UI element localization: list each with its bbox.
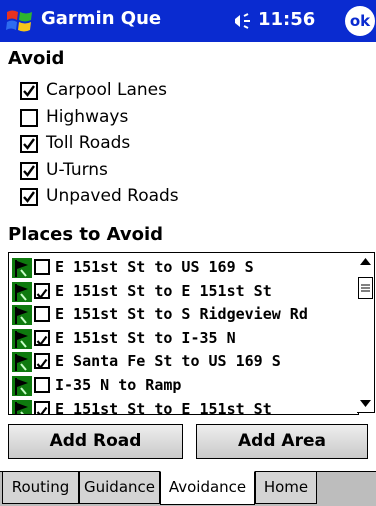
windows-start-icon[interactable] [4, 6, 36, 36]
place-checkbox[interactable] [34, 377, 50, 393]
tab-bar: Routing Guidance Avoidance Home [0, 471, 376, 506]
avoid-road-icon [12, 258, 32, 278]
scroll-up-icon[interactable] [357, 253, 374, 271]
title-bar: Garmin Que 11:56 ok [0, 0, 376, 42]
tab-avoidance[interactable]: Avoidance [160, 471, 255, 505]
place-checkbox[interactable] [34, 282, 50, 299]
place-row[interactable]: E 151st St to US 169 S [9, 256, 358, 279]
clock[interactable]: 11:56 [258, 9, 315, 30]
avoid-option-label: Unpaved Roads [46, 186, 179, 206]
list-scrollbar[interactable] [357, 252, 375, 413]
place-checkbox[interactable] [34, 353, 50, 370]
place-label: E 151st St to S Ridgeview Rd [55, 305, 308, 324]
ok-button[interactable]: ok [345, 6, 375, 36]
checkbox[interactable] [20, 82, 38, 100]
place-label: E 151st St to E 151st St [55, 399, 272, 415]
scroll-thumb[interactable] [358, 277, 373, 299]
tab-routing[interactable]: Routing [2, 471, 79, 504]
volume-icon[interactable] [232, 11, 254, 31]
avoid-road-icon [12, 328, 32, 349]
place-label: E 151st St to US 169 S [55, 258, 254, 276]
avoid-road-icon [12, 281, 32, 302]
add-road-button[interactable]: Add Road [8, 424, 183, 459]
place-checkbox[interactable] [34, 329, 50, 347]
place-label: E 151st St to I-35 N [55, 328, 236, 347]
checkbox[interactable] [20, 135, 38, 153]
place-row[interactable]: E 151st St to E 151st St [9, 398, 358, 415]
avoid-road-icon [12, 399, 32, 414]
place-row[interactable]: E Santa Fe St to US 169 S [9, 350, 358, 373]
add-area-button[interactable]: Add Area [196, 424, 368, 459]
avoid-road-icon [12, 305, 32, 326]
avoid-heading: Avoid [8, 48, 65, 69]
avoid-road-icon [12, 376, 32, 396]
checkbox[interactable] [20, 109, 38, 127]
app-title: Garmin Que [41, 8, 162, 29]
avoid-option-label: Carpool Lanes [46, 80, 167, 100]
scroll-down-icon[interactable] [357, 394, 374, 412]
avoid-option-label: U-Turns [46, 160, 108, 180]
place-label: E 151st St to E 151st St [55, 281, 272, 300]
places-to-avoid-list[interactable]: E 151st St to US 169 S E 151st St to E 15… [8, 252, 359, 415]
place-checkbox[interactable] [34, 306, 50, 323]
checkbox[interactable] [20, 162, 38, 180]
place-label: E Santa Fe St to US 169 S [55, 352, 281, 371]
place-row[interactable]: I-35 N to Ramp [9, 374, 358, 397]
places-to-avoid-heading: Places to Avoid [8, 224, 164, 245]
place-checkbox[interactable] [34, 259, 50, 275]
place-row[interactable]: E 151st St to I-35 N [9, 327, 358, 350]
place-label: I-35 N to Ramp [55, 376, 182, 394]
tab-guidance[interactable]: Guidance [79, 471, 160, 504]
avoid-road-icon [12, 352, 32, 373]
place-row[interactable]: E 151st St to E 151st St [9, 280, 358, 303]
avoid-option-label: Highways [46, 107, 129, 127]
checkbox[interactable] [20, 188, 38, 206]
avoid-option-label: Toll Roads [46, 133, 131, 153]
tab-home[interactable]: Home [255, 471, 317, 504]
place-row[interactable]: E 151st St to S Ridgeview Rd [9, 303, 358, 326]
place-checkbox[interactable] [34, 400, 50, 414]
